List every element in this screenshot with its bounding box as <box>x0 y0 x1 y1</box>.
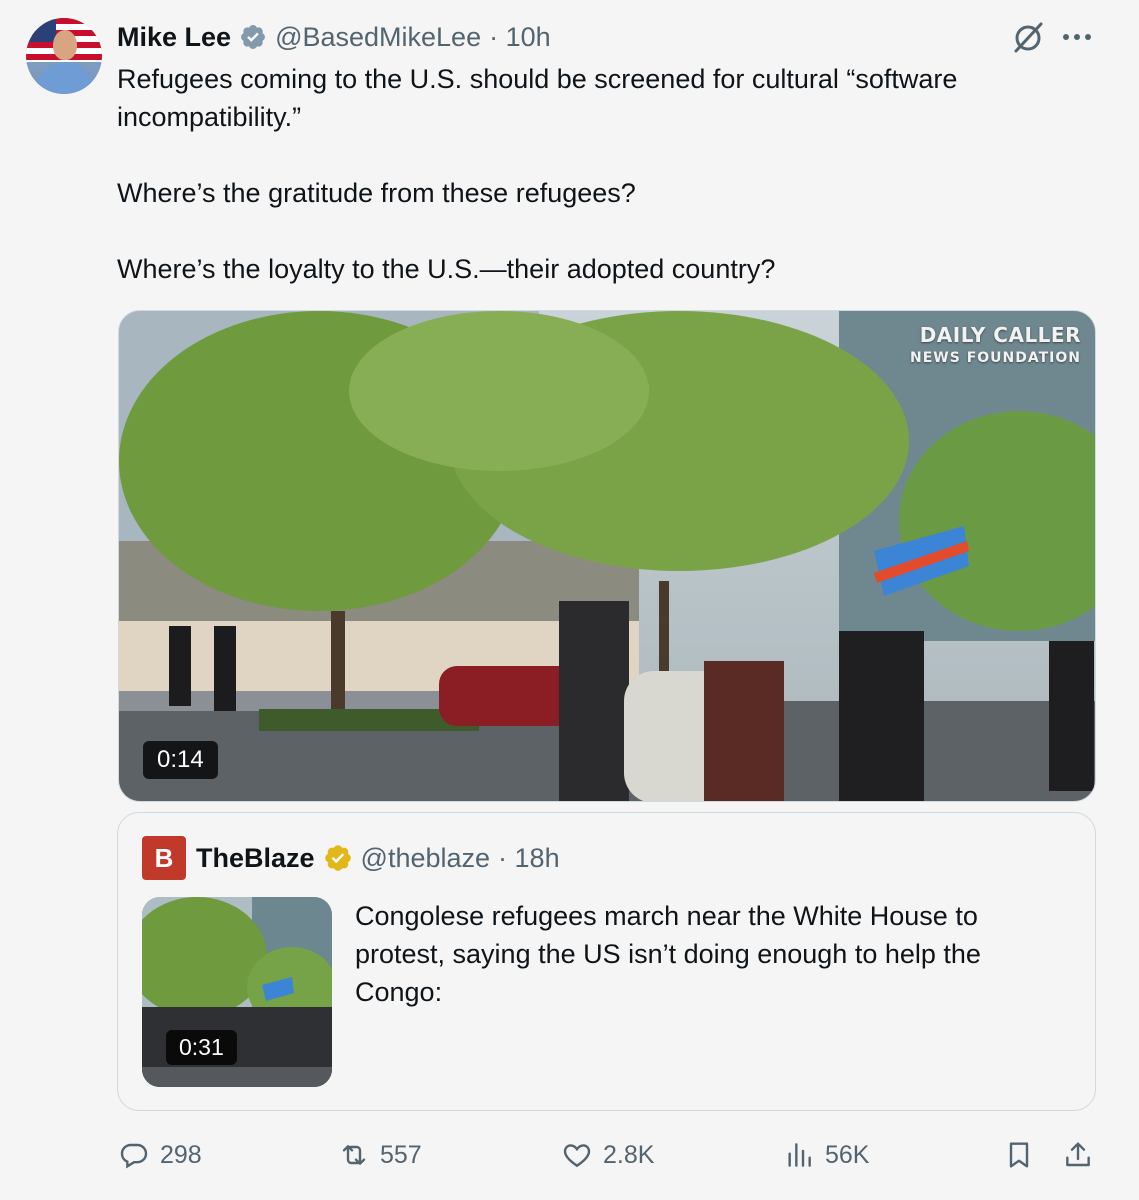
quoted-author-name[interactable]: TheBlaze <box>196 843 315 874</box>
quoted-video-thumbnail[interactable]: 0:31 <box>142 897 332 1087</box>
theblaze-logo[interactable]: B <box>142 836 186 880</box>
video-player[interactable]: DAILY CALLER NEWS FOUNDATION 0:14 <box>118 310 1096 802</box>
quoted-video-duration: 0:31 <box>166 1030 237 1065</box>
quoted-post-time[interactable]: · 18h <box>498 843 560 874</box>
action-bar: 298 557 2.8K 56K <box>0 1130 1139 1180</box>
avatar-flag-canton <box>26 18 56 42</box>
verified-badge-icon[interactable] <box>239 23 267 51</box>
watermark-subtitle: NEWS FOUNDATION <box>910 350 1081 366</box>
tweet-paragraph: Where’s the gratitude from these refugee… <box>117 178 636 208</box>
repost-button[interactable]: 557 <box>338 1136 422 1174</box>
repost-count: 557 <box>380 1140 422 1169</box>
tweet-text: Refugees coming to the U.S. should be sc… <box>117 60 1077 288</box>
view-count: 56K <box>825 1140 870 1169</box>
views-icon <box>788 1143 811 1167</box>
quoted-tweet-text: Congolese refugees march near the White … <box>355 901 981 1007</box>
quoted-header: B TheBlaze @theblaze · 18h <box>142 835 560 881</box>
verified-badge-gold-icon[interactable] <box>323 843 353 873</box>
repost-icon <box>342 1145 366 1165</box>
video-frame <box>119 311 1095 801</box>
like-count: 2.8K <box>603 1140 655 1169</box>
author-handle[interactable]: @BasedMikeLee <box>275 22 481 53</box>
avatar-shirt <box>36 62 94 94</box>
bookmark-button[interactable] <box>1003 1136 1035 1174</box>
tweet: Mike Lee @BasedMikeLee · 10h Refugees co… <box>0 0 1139 1200</box>
video-duration: 0:14 <box>143 741 218 779</box>
views-button[interactable]: 56K <box>783 1136 869 1174</box>
tweet-header: Mike Lee @BasedMikeLee · 10h <box>117 20 551 54</box>
watermark-title: DAILY CALLER <box>919 323 1081 347</box>
reply-button[interactable]: 298 <box>118 1136 202 1174</box>
share-button[interactable] <box>1062 1136 1094 1174</box>
avatar-face <box>53 30 77 60</box>
heart-icon <box>563 1144 591 1168</box>
like-button[interactable]: 2.8K <box>561 1136 654 1174</box>
author-name[interactable]: Mike Lee <box>117 22 231 53</box>
more-icon[interactable] <box>1060 24 1094 50</box>
post-time[interactable]: · 10h <box>489 22 551 53</box>
quoted-tweet[interactable]: B TheBlaze @theblaze · 18h 0:31 Congoles… <box>117 812 1096 1111</box>
share-icon <box>1066 1142 1090 1167</box>
tweet-paragraph: Refugees coming to the U.S. should be sc… <box>117 64 958 132</box>
grok-icon[interactable] <box>1010 20 1046 56</box>
tweet-paragraph: Where’s the loyalty to the U.S.—their ad… <box>117 254 776 284</box>
video-watermark: DAILY CALLER NEWS FOUNDATION <box>910 323 1081 366</box>
avatar[interactable] <box>26 18 102 94</box>
reply-count: 298 <box>160 1140 202 1169</box>
bookmark-icon <box>1009 1142 1029 1168</box>
reply-icon <box>120 1143 148 1169</box>
quoted-author-handle[interactable]: @theblaze <box>361 843 491 874</box>
